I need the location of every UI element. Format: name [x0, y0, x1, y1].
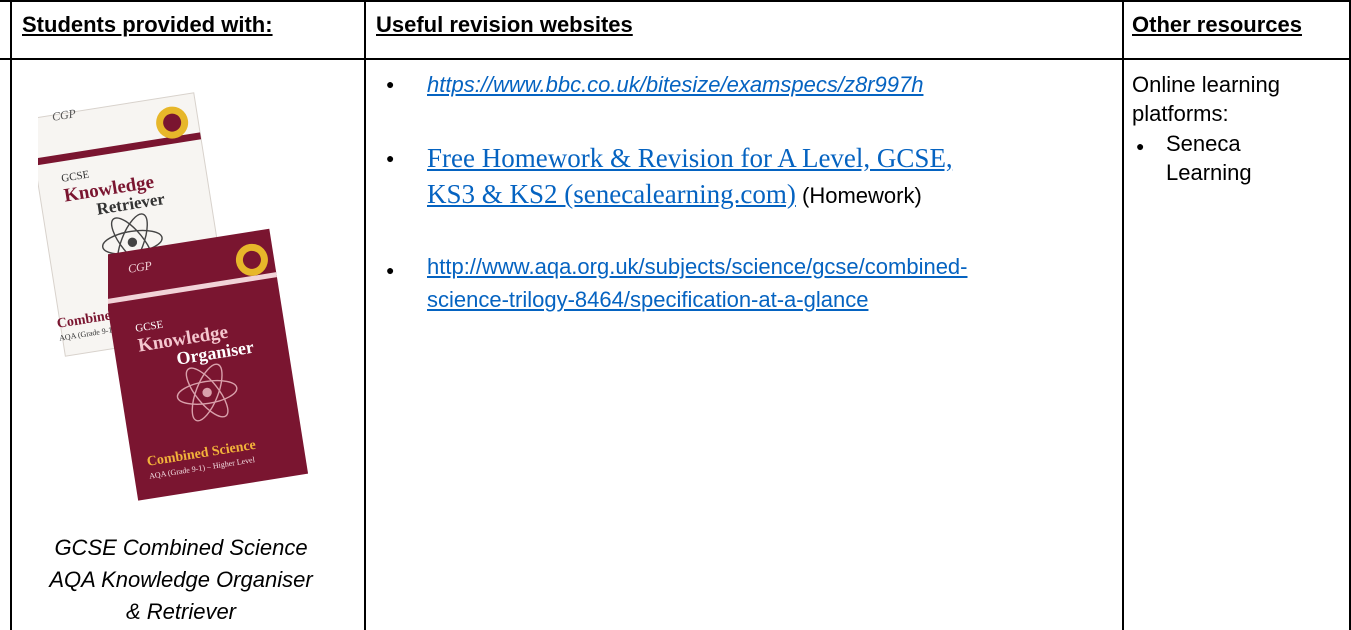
seneca-link-line1[interactable]: Free Homework & Revision for A Level, GC… [427, 143, 953, 173]
bullet-2: ● [386, 150, 395, 166]
seneca-line1: Seneca [1166, 131, 1241, 156]
col-divider-1 [364, 0, 366, 630]
seneca-line2: Learning [1166, 160, 1252, 185]
caption-line2: AQA Knowledge Organiser [49, 567, 313, 592]
bullet-seneca: ● [1136, 138, 1145, 154]
header-students-provided: Students provided with: [22, 12, 273, 37]
aqa-link-block: http://www.aqa.org.uk/subjects/science/g… [427, 250, 968, 316]
resources-table: Students provided with: Useful revision … [0, 0, 1351, 630]
seneca-link-line2[interactable]: KS3 & KS2 (senecalearning.com) [427, 179, 796, 209]
bullet-1: ● [386, 76, 395, 92]
platforms-label: platforms: [1132, 101, 1229, 126]
table-border-top [0, 0, 1351, 2]
books-caption: GCSE Combined Science AQA Knowledge Orga… [0, 532, 362, 628]
bullet-3: ● [386, 262, 395, 278]
aqa-link-line1[interactable]: http://www.aqa.org.uk/subjects/science/g… [427, 254, 968, 279]
caption-line1: GCSE Combined Science [54, 535, 308, 560]
other-resources-text: Online learning platforms: [1132, 70, 1280, 128]
header-revision-websites: Useful revision websites [376, 12, 633, 37]
header-divider [0, 58, 1351, 60]
seneca-suffix: (Homework) [802, 183, 922, 208]
seneca-learning-item: Seneca Learning [1166, 129, 1252, 187]
bbc-bitesize-link[interactable]: https://www.bbc.co.uk/bitesize/examspecs… [427, 68, 923, 101]
online-learning-label: Online learning [1132, 72, 1280, 97]
aqa-link-line2[interactable]: science-trilogy-8464/specification-at-a-… [427, 287, 868, 312]
header-other-resources: Other resources [1132, 12, 1302, 37]
col-divider-2 [1122, 0, 1124, 630]
caption-line3: & Retriever [125, 599, 237, 624]
seneca-link-block: Free Homework & Revision for A Level, GC… [427, 140, 953, 212]
